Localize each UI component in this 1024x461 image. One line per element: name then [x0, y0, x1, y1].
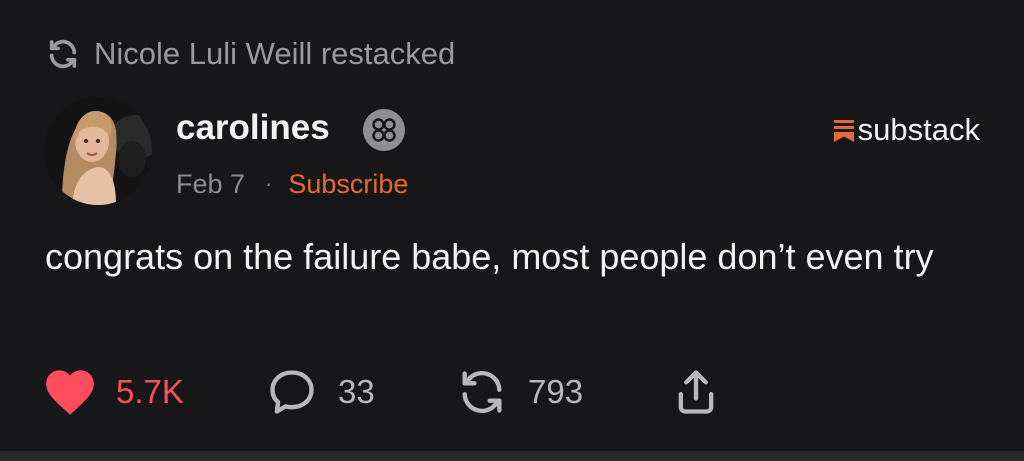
substack-logo[interactable]: substack [833, 110, 980, 150]
post-date: Feb 7 [176, 168, 246, 199]
author-name[interactable]: carolines [176, 106, 330, 150]
share-button[interactable] [670, 360, 722, 424]
restack-attribution[interactable]: Nicole Luli Weill restacked [46, 34, 455, 74]
action-bar: 5.7K 33 793 [44, 360, 944, 424]
like-count: 5.7K [116, 373, 184, 410]
post-meta: Feb 7 · Subscribe [176, 166, 408, 202]
author-avatar[interactable] [44, 97, 152, 205]
post-body: congrats on the failure babe, most peopl… [45, 236, 934, 277]
comment-icon [266, 366, 318, 418]
restack-icon [456, 366, 508, 418]
heart-icon [44, 368, 96, 416]
restack-text: Nicole Luli Weill restacked [94, 36, 456, 71]
like-button[interactable]: 5.7K [44, 360, 184, 424]
comment-button[interactable]: 33 [266, 360, 375, 424]
brand-wordmark: substack [857, 112, 980, 147]
substack-bookmark-icon [833, 118, 854, 142]
restack-count: 793 [528, 373, 584, 410]
comment-count: 33 [338, 373, 375, 410]
feed-divider [0, 451, 1024, 461]
restack-button[interactable]: 793 [456, 360, 583, 424]
author-badge-icon [362, 108, 406, 152]
share-icon [670, 366, 722, 418]
meta-separator: · [265, 171, 273, 196]
subscribe-button[interactable]: Subscribe [288, 169, 408, 200]
restack-icon [46, 37, 80, 71]
